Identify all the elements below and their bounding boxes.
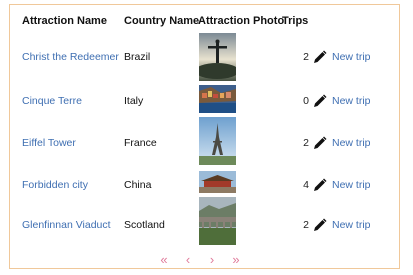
- header-attraction-name[interactable]: Attraction Name: [22, 15, 107, 27]
- attraction-link[interactable]: Christ the Redeemer: [22, 51, 119, 63]
- attraction-photo[interactable]: [199, 85, 236, 113]
- new-trip-link[interactable]: New trip: [332, 179, 371, 191]
- trips-count: 2: [303, 51, 309, 63]
- pencil-icon[interactable]: [313, 218, 327, 232]
- pencil-icon[interactable]: [313, 50, 327, 64]
- last-page-button[interactable]: »: [227, 252, 245, 267]
- country-name: Scotland: [124, 219, 165, 231]
- trips-count: 0: [303, 95, 309, 107]
- country-name: Brazil: [124, 51, 151, 63]
- pencil-icon[interactable]: [313, 136, 327, 150]
- trips-count: 4: [303, 179, 309, 191]
- table-row: Christ the Redeemer Brazil 2 New trip: [10, 33, 399, 85]
- attraction-photo[interactable]: [199, 197, 236, 245]
- prev-page-button[interactable]: ‹: [179, 252, 197, 267]
- country-name: China: [124, 179, 152, 191]
- new-trip-link[interactable]: New trip: [332, 51, 371, 63]
- pencil-icon[interactable]: [313, 94, 327, 108]
- attraction-link[interactable]: Eiffel Tower: [22, 137, 76, 149]
- table-row: Glenfinnan Viaduct Scotland 2 New trip: [10, 197, 399, 249]
- attraction-photo[interactable]: [199, 117, 236, 165]
- attraction-photo[interactable]: [199, 33, 236, 81]
- next-page-button[interactable]: ›: [203, 252, 221, 267]
- new-trip-link[interactable]: New trip: [332, 219, 371, 231]
- header-attraction-photo: Attraction Photo: [198, 15, 285, 27]
- country-name: France: [124, 137, 157, 149]
- pencil-icon[interactable]: [313, 178, 327, 192]
- trips-count: 2: [303, 137, 309, 149]
- attraction-link[interactable]: Cinque Terre: [22, 95, 82, 107]
- header-trips[interactable]: Trips: [282, 15, 308, 27]
- attraction-link[interactable]: Forbidden city: [22, 179, 88, 191]
- attractions-panel: Attraction Name Country Name Attraction …: [9, 4, 400, 269]
- new-trip-link[interactable]: New trip: [332, 95, 371, 107]
- attraction-link[interactable]: Glenfinnan Viaduct: [22, 219, 111, 231]
- attraction-photo[interactable]: [199, 171, 236, 193]
- header-country-name[interactable]: Country Name: [124, 15, 199, 27]
- new-trip-link[interactable]: New trip: [332, 137, 371, 149]
- pagination: « ‹ › »: [152, 250, 248, 268]
- first-page-button[interactable]: «: [155, 252, 173, 267]
- table-row: Eiffel Tower France 2 New trip: [10, 117, 399, 169]
- trips-count: 2: [303, 219, 309, 231]
- country-name: Italy: [124, 95, 144, 107]
